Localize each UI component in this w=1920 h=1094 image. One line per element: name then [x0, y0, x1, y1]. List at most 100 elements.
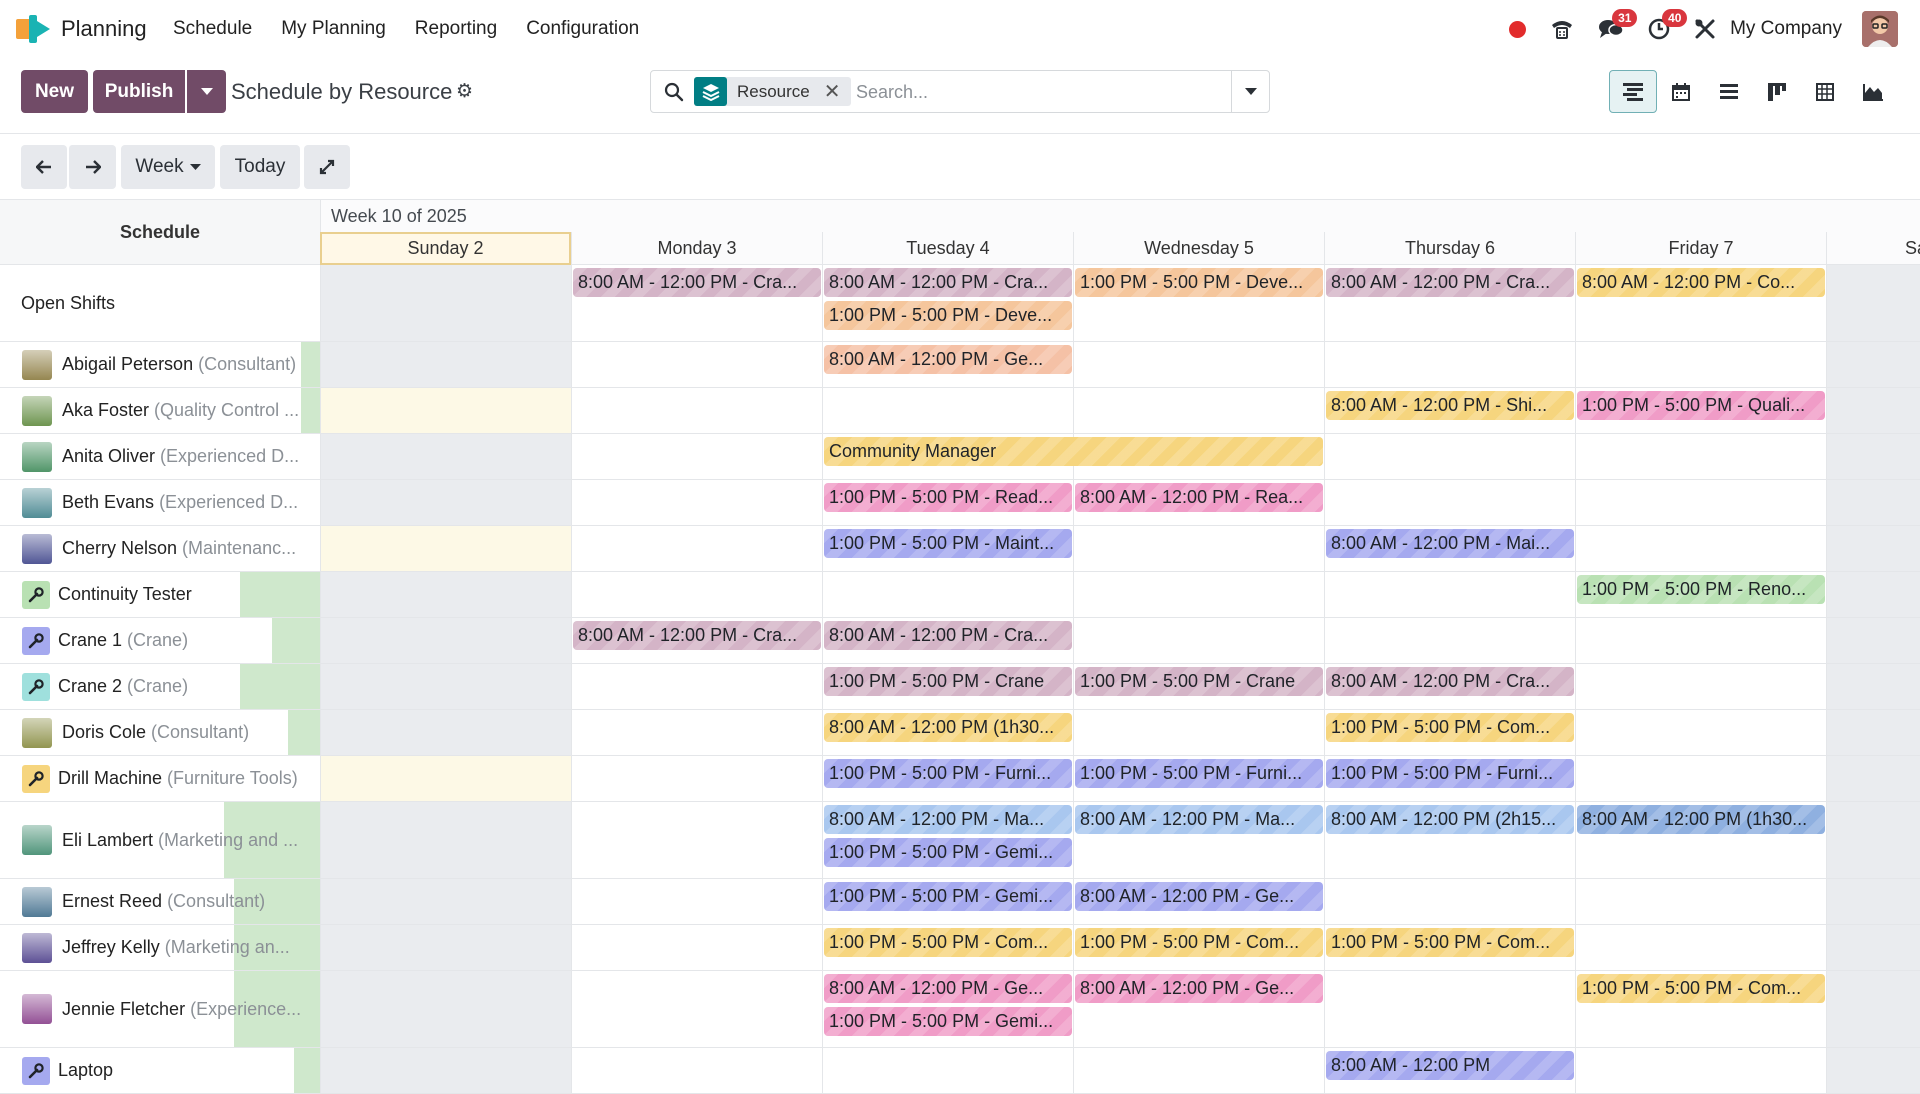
gantt-cell[interactable] [571, 480, 822, 525]
planning-app-icon[interactable] [16, 15, 50, 43]
graph-view-button[interactable] [1849, 70, 1897, 113]
shift-pill[interactable]: 1:00 PM - 5:00 PM - Quali... [1577, 391, 1825, 420]
shift-pill[interactable]: 8:00 AM - 12:00 PM - Ge... [824, 345, 1072, 374]
shift-pill[interactable]: 1:00 PM - 5:00 PM - Deve... [824, 301, 1072, 330]
gantt-cell[interactable] [1826, 572, 1920, 617]
previous-period-button[interactable] [21, 145, 67, 189]
shift-pill[interactable]: 8:00 AM - 12:00 PM - Co... [1577, 268, 1825, 297]
search-icon[interactable] [664, 82, 684, 102]
gantt-cell[interactable] [1575, 434, 1826, 479]
gantt-cell[interactable] [1826, 1048, 1920, 1093]
voip-button[interactable] [1550, 18, 1574, 40]
gantt-cell[interactable] [571, 802, 822, 878]
gantt-cell[interactable] [822, 572, 1073, 617]
gantt-cell[interactable] [571, 1048, 822, 1093]
gantt-cell[interactable] [1826, 480, 1920, 525]
shift-pill[interactable]: 8:00 AM - 12:00 PM - Cra... [824, 621, 1072, 650]
gantt-cell[interactable] [1826, 879, 1920, 924]
shift-pill[interactable]: 1:00 PM - 5:00 PM - Crane [1075, 667, 1323, 696]
shift-pill[interactable]: 8:00 AM - 12:00 PM - Ge... [824, 974, 1072, 1003]
shift-pill[interactable]: 1:00 PM - 5:00 PM - Furni... [1326, 759, 1574, 788]
pivot-view-button[interactable] [1801, 70, 1849, 113]
scale-dropdown[interactable]: Week [121, 145, 215, 189]
facet-remove-icon[interactable]: ✕ [824, 79, 841, 104]
gantt-cell[interactable] [1073, 710, 1324, 755]
resource-row-label[interactable]: Drill Machine (Furniture Tools) [0, 756, 320, 802]
shift-pill[interactable]: 1:00 PM - 5:00 PM - Com... [824, 928, 1072, 957]
today-button[interactable]: Today [220, 145, 300, 189]
gantt-cell[interactable] [1575, 618, 1826, 663]
resource-row-label[interactable]: Beth Evans (Experienced D... [0, 480, 320, 526]
shift-pill[interactable]: 1:00 PM - 5:00 PM - Gemi... [824, 882, 1072, 911]
gantt-cell[interactable] [1073, 388, 1324, 433]
gantt-cell[interactable] [1073, 618, 1324, 663]
shift-pill[interactable]: 8:00 AM - 12:00 PM - Cra... [824, 268, 1072, 297]
recording-indicator[interactable] [1509, 20, 1527, 38]
shift-pill[interactable]: 1:00 PM - 5:00 PM - Com... [1326, 928, 1574, 957]
gantt-cell[interactable] [1324, 618, 1575, 663]
gantt-cell[interactable] [320, 526, 571, 571]
shift-pill[interactable]: 1:00 PM - 5:00 PM - Reno... [1577, 575, 1825, 604]
publish-button[interactable]: Publish [93, 70, 185, 113]
gantt-cell[interactable] [320, 664, 571, 709]
list-view-button[interactable] [1705, 70, 1753, 113]
gantt-cell[interactable] [1073, 526, 1324, 571]
shift-pill[interactable]: 8:00 AM - 12:00 PM - Cra... [573, 621, 821, 650]
gantt-cell[interactable] [320, 756, 571, 801]
resource-row-label[interactable]: Abigail Peterson (Consultant) [0, 342, 320, 388]
new-button[interactable]: New [21, 70, 88, 113]
gantt-cell[interactable] [1826, 618, 1920, 663]
gantt-view-button[interactable] [1609, 70, 1657, 113]
gantt-cell[interactable] [320, 710, 571, 755]
gear-icon[interactable]: ⚙ [456, 80, 473, 103]
gantt-cell[interactable] [1575, 756, 1826, 801]
calendar-view-button[interactable] [1657, 70, 1705, 113]
tools-button[interactable] [1694, 18, 1716, 40]
shift-pill[interactable]: 1:00 PM - 5:00 PM - Com... [1577, 974, 1825, 1003]
gantt-cell[interactable] [1826, 265, 1920, 341]
expand-button[interactable] [304, 145, 350, 189]
gantt-cell[interactable] [1575, 925, 1826, 970]
gantt-cell[interactable] [1826, 388, 1920, 433]
shift-pill[interactable]: 1:00 PM - 5:00 PM - Deve... [1075, 268, 1323, 297]
gantt-cell[interactable] [571, 572, 822, 617]
menu-item-schedule[interactable]: Schedule [173, 18, 252, 40]
shift-pill[interactable]: 8:00 AM - 12:00 PM - Shi... [1326, 391, 1574, 420]
shift-pill[interactable]: 1:00 PM - 5:00 PM - Gemi... [824, 838, 1072, 867]
shift-pill[interactable]: 1:00 PM - 5:00 PM - Com... [1075, 928, 1323, 957]
gantt-cell[interactable] [320, 879, 571, 924]
gantt-cell[interactable] [1826, 710, 1920, 755]
user-avatar[interactable] [1862, 11, 1898, 47]
messaging-menu[interactable]: 31 [1598, 9, 1638, 40]
gantt-cell[interactable] [1575, 526, 1826, 571]
shift-pill[interactable]: 1:00 PM - 5:00 PM - Maint... [824, 529, 1072, 558]
gantt-cell[interactable] [320, 618, 571, 663]
gantt-cell[interactable] [1324, 879, 1575, 924]
gantt-cell[interactable] [1324, 434, 1575, 479]
gantt-cell[interactable] [1575, 664, 1826, 709]
resource-row-label[interactable]: Cherry Nelson (Maintenanc... [0, 526, 320, 572]
shift-pill[interactable]: 8:00 AM - 12:00 PM - Cra... [1326, 268, 1574, 297]
shift-pill[interactable]: 8:00 AM - 12:00 PM - Ma... [1075, 805, 1323, 834]
menu-item-reporting[interactable]: Reporting [415, 18, 497, 40]
shift-pill[interactable]: 8:00 AM - 12:00 PM (1h30... [1577, 805, 1825, 834]
gantt-cell[interactable] [1826, 971, 1920, 1047]
gantt-cell[interactable] [571, 710, 822, 755]
shift-pill[interactable]: 8:00 AM - 12:00 PM - Mai... [1326, 529, 1574, 558]
gantt-cell[interactable] [320, 925, 571, 970]
gantt-cell[interactable] [320, 265, 571, 341]
gantt-cell[interactable] [320, 480, 571, 525]
resource-row-label[interactable]: Jeffrey Kelly (Marketing an... [0, 925, 320, 971]
shift-pill[interactable]: 8:00 AM - 12:00 PM - Cra... [1326, 667, 1574, 696]
gantt-cell[interactable] [1073, 1048, 1324, 1093]
resource-row-label[interactable]: Crane 1 (Crane) [0, 618, 320, 664]
gantt-cell[interactable] [822, 388, 1073, 433]
resource-row-label[interactable]: Jennie Fletcher (Experience... [0, 971, 320, 1048]
gantt-cell[interactable] [1575, 879, 1826, 924]
gantt-cell[interactable] [1324, 572, 1575, 617]
shift-pill[interactable]: 8:00 AM - 12:00 PM (1h30... [824, 713, 1072, 742]
gantt-cell[interactable] [320, 971, 571, 1047]
shift-pill[interactable]: 8:00 AM - 12:00 PM - Cra... [573, 268, 821, 297]
gantt-cell[interactable] [1073, 342, 1324, 387]
menu-item-my-planning[interactable]: My Planning [281, 18, 386, 40]
